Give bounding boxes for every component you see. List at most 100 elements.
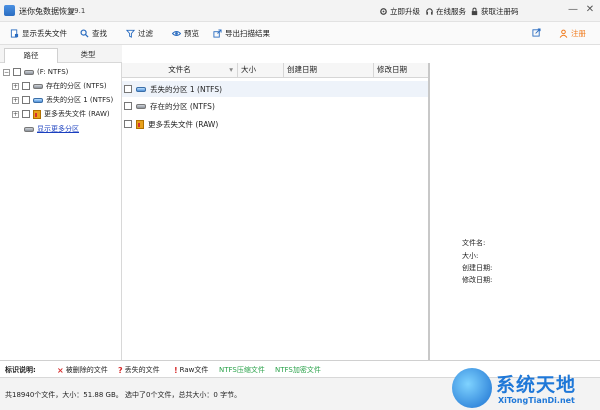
tree-root[interactable]: − (F: NTFS) (3, 66, 68, 78)
lock-icon (471, 7, 478, 16)
online-service-label: 在线服务 (436, 7, 466, 16)
share-button[interactable] (532, 28, 541, 37)
file-list: 文件名 ▾ 大小 创建日期 修改日期 丢失的分区 1 (NTFS) 存在的分区 … (122, 63, 428, 360)
legend-raw-label: Raw文件 (179, 366, 209, 374)
legend-ntfs-encrypted: NTFS加密文件 (275, 366, 321, 374)
lost-mark-icon: ? (118, 365, 123, 375)
close-button[interactable]: ✕ (584, 4, 596, 17)
column-created[interactable]: 创建日期 (284, 63, 374, 78)
watermark-url: XiTongTianDi.net (498, 396, 575, 405)
legend-ntfs-compressed: NTFS压缩文件 (219, 366, 265, 374)
export-results-button[interactable]: 导出扫描结果 (213, 28, 270, 39)
title-bar: 迷你兔数据恢复 v9.1 立即升级 在线服务 获取注册码 — ✕ (0, 0, 600, 22)
register-button[interactable]: 注册 (559, 28, 586, 39)
document-icon (10, 29, 19, 38)
checkbox[interactable] (124, 102, 132, 110)
watermark-title: 系统天地 (496, 374, 577, 396)
table-row[interactable]: 丢失的分区 1 (NTFS) (122, 81, 428, 97)
filter-button[interactable]: 过滤 (126, 28, 153, 39)
app-title: 迷你兔数据恢复 (19, 7, 75, 16)
checkbox[interactable] (124, 85, 132, 93)
detail-filename-label: 文件名: (462, 239, 486, 247)
column-modified[interactable]: 修改日期 (374, 63, 428, 78)
deleted-mark-icon: × (57, 365, 64, 375)
legend-lost: ? 丢失的文件 (118, 365, 160, 375)
preview-button[interactable]: 预览 (172, 28, 199, 39)
table-row[interactable]: 更多丢失文件 (RAW) (122, 116, 428, 132)
raw-files-icon (136, 119, 144, 129)
column-filename[interactable]: 文件名 ▾ (122, 63, 238, 78)
checkbox[interactable] (22, 82, 30, 90)
show-more-partitions[interactable]: 显示更多分区 (24, 123, 79, 135)
tree-item-label: 存在的分区 (NTFS) (46, 82, 107, 90)
drive-icon (24, 126, 34, 132)
online-service-link[interactable]: 在线服务 (425, 6, 466, 17)
tree-item-label: 更多丢失文件 (RAW) (44, 110, 110, 118)
show-lost-files-label: 显示丢失文件 (22, 29, 67, 38)
expand-icon[interactable]: + (12, 96, 19, 104)
drive-icon (24, 69, 34, 75)
partition-tree: − (F: NTFS) + 存在的分区 (NTFS) + 丢失的分区 1 (NT… (0, 63, 122, 360)
checkbox[interactable] (22, 96, 30, 104)
checkbox[interactable] (13, 68, 21, 76)
preview-label: 预览 (184, 29, 199, 38)
file-list-header: 文件名 ▾ 大小 创建日期 修改日期 (122, 63, 428, 78)
tree-item[interactable]: + 更多丢失文件 (RAW) (12, 108, 110, 120)
filter-label: 过滤 (138, 29, 153, 38)
column-size[interactable]: 大小 (238, 63, 284, 78)
legend-lost-label: 丢失的文件 (124, 366, 160, 374)
get-code-link[interactable]: 获取注册码 (470, 6, 519, 17)
user-icon (559, 29, 568, 38)
checkbox[interactable] (22, 110, 30, 118)
legend-raw: ! Raw文件 (174, 365, 208, 375)
sort-arrow-icon: ▾ (229, 65, 233, 74)
gear-icon (380, 8, 387, 15)
eye-icon (172, 31, 181, 36)
collapse-icon[interactable]: − (3, 68, 10, 76)
app-logo-icon (4, 5, 15, 16)
show-more-partitions-link[interactable]: 显示更多分区 (37, 124, 79, 134)
lost-drive-icon (136, 86, 146, 92)
row-name: 存在的分区 (NTFS) (150, 101, 215, 111)
minimize-button[interactable]: — (567, 4, 579, 17)
detail-created-label: 创建日期: (462, 264, 493, 272)
row-name: 丢失的分区 1 (NTFS) (150, 84, 223, 94)
find-label: 查找 (92, 29, 107, 38)
checkbox[interactable] (124, 120, 132, 128)
tab-type[interactable]: 类型 (61, 48, 115, 63)
detail-size-label: 大小: (462, 252, 479, 260)
raw-files-icon (33, 109, 41, 119)
site-watermark: 系统天地 XiTongTianDi.net (450, 366, 600, 410)
status-text: 共18940个文件，大小：51.88 GB。 选中了0个文件，总共大小：0 字节… (5, 391, 242, 399)
tree-root-label: (F: NTFS) (37, 68, 69, 76)
legend-title: 标识说明: (5, 366, 36, 374)
column-filename-label: 文件名 (168, 65, 191, 74)
register-label: 注册 (571, 29, 586, 38)
tree-item[interactable]: + 丢失的分区 1 (NTFS) (12, 94, 113, 106)
expand-icon[interactable]: + (12, 82, 19, 90)
row-name: 更多丢失文件 (RAW) (148, 119, 219, 129)
app-version: v9.1 (70, 7, 86, 15)
expand-icon[interactable]: + (12, 110, 19, 118)
lost-drive-icon (33, 97, 43, 103)
tree-item[interactable]: + 存在的分区 (NTFS) (12, 80, 107, 92)
detail-modified-label: 修改日期: (462, 276, 493, 284)
legend-deleted: × 被删除的文件 (57, 365, 108, 375)
tab-path[interactable]: 路径 (4, 48, 58, 63)
show-lost-files-button[interactable]: 显示丢失文件 (10, 28, 67, 39)
drive-icon (136, 103, 146, 109)
share-icon (532, 28, 541, 37)
headset-icon (426, 8, 433, 15)
file-details-panel: 文件名: 大小: 创建日期: 修改日期: (430, 63, 600, 360)
left-tabs: 路径 类型 (0, 45, 122, 63)
upgrade-link[interactable]: 立即升级 (379, 6, 420, 17)
table-row[interactable]: 存在的分区 (NTFS) (122, 98, 428, 114)
raw-mark-icon: ! (174, 365, 178, 375)
export-results-label: 导出扫描结果 (225, 29, 270, 38)
drive-icon (33, 83, 43, 89)
find-button[interactable]: 查找 (80, 28, 107, 39)
filter-icon (126, 29, 135, 38)
export-icon (213, 29, 222, 38)
legend-deleted-label: 被删除的文件 (65, 366, 108, 374)
search-icon (80, 29, 89, 38)
